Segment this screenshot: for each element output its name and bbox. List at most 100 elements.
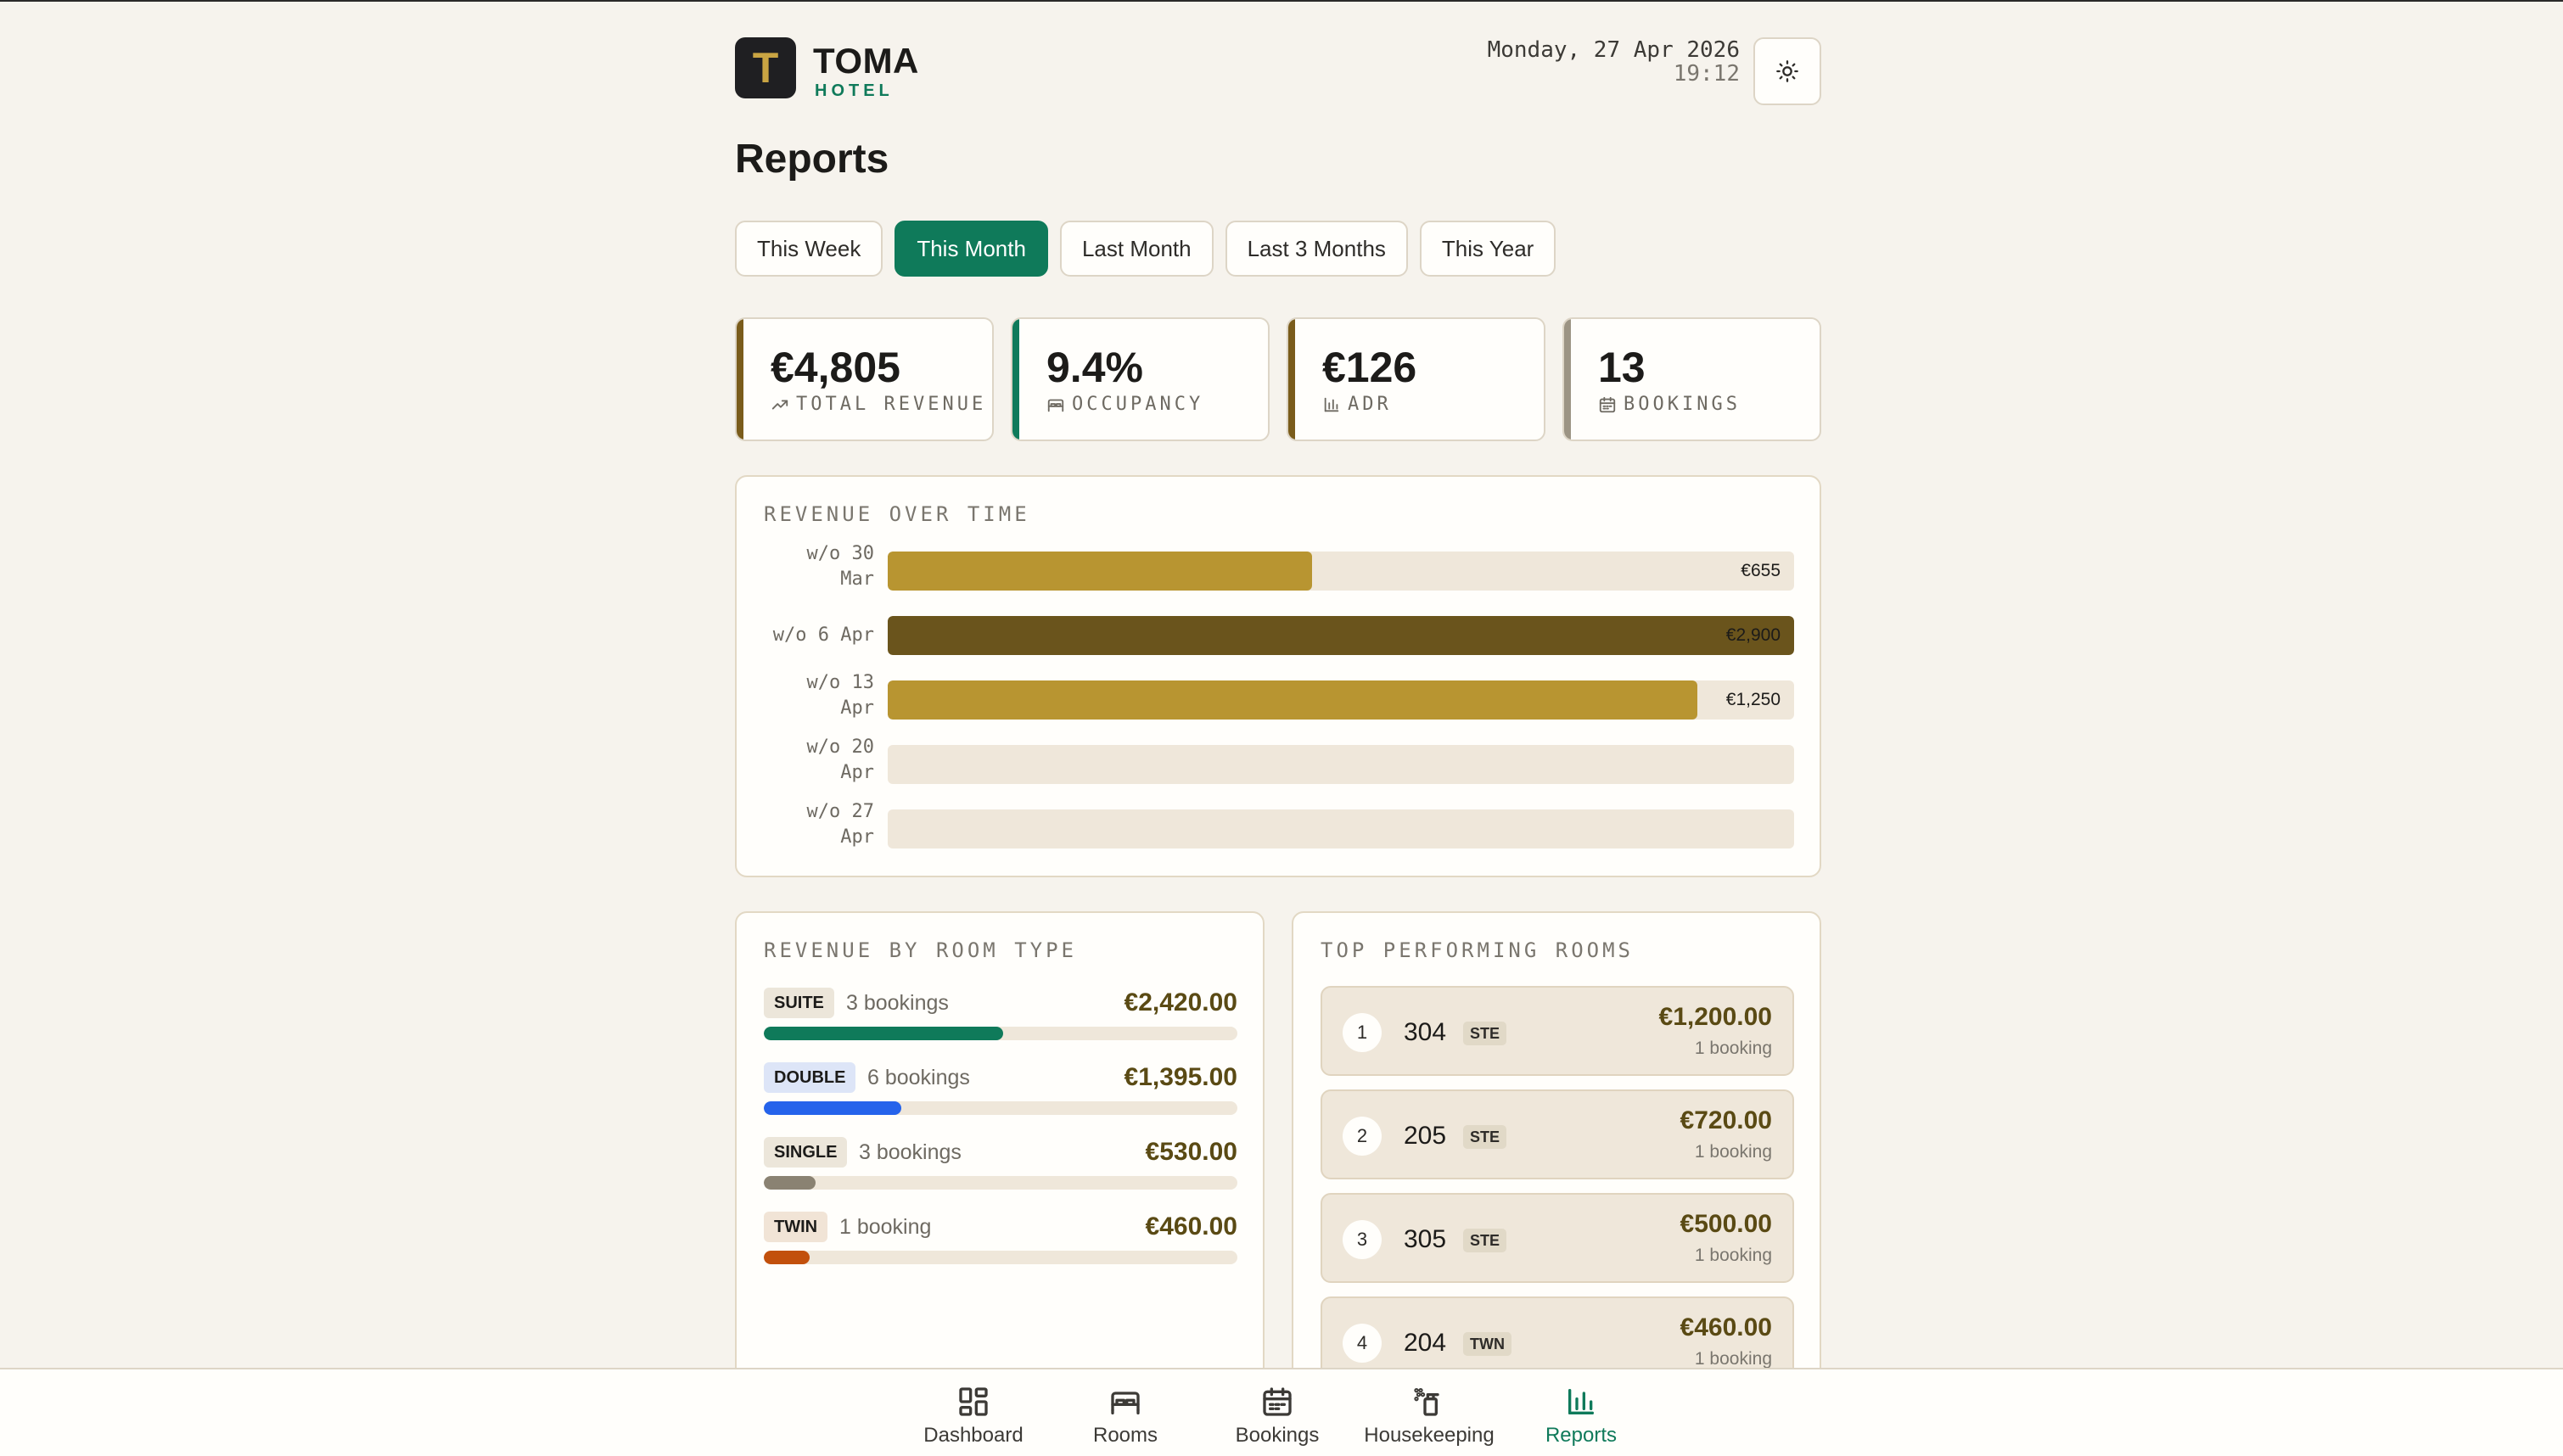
revenue-week-label: w/o 6 Apr — [764, 616, 874, 655]
revenue-week-label-line: w/o 6 Apr — [772, 624, 874, 646]
kpi-card-occupancy: 9.4% OCCUPANCY — [1011, 317, 1270, 441]
bed-icon — [1111, 1392, 1140, 1414]
revenue-week-label: w/o 30 Mar — [764, 541, 874, 592]
kpi-label: TOTAL REVENUE — [771, 394, 986, 415]
revenue-week-label-line: Apr — [840, 762, 874, 783]
room-type-row: SUITE 3 bookings €2,420.00 — [764, 988, 1237, 1047]
bottom-navigation: Dashboard Rooms Bookings Housekeeping Report… — [0, 1368, 2563, 1456]
nav-rooms[interactable]: Rooms — [1049, 1385, 1202, 1453]
room-type-revenue: €460.00 — [1145, 1212, 1237, 1240]
calendar-icon — [1263, 1387, 1292, 1416]
room-rank: 2 — [1343, 1117, 1382, 1156]
top-room-card[interactable]: 3 305 STE €500.00 1 booking — [1321, 1193, 1794, 1283]
room-type-booking-count: 6 bookings — [867, 1066, 970, 1089]
room-type-booking-count: 3 bookings — [846, 991, 949, 1015]
revenue-week-label-line: w/o 27 — [806, 801, 874, 822]
room-type-revenue: €2,420.00 — [1124, 988, 1237, 1016]
room-booking-count: 1 booking — [1694, 1246, 1772, 1265]
revenue-by-room-type-title: REVENUE BY ROOM TYPE — [764, 938, 1077, 962]
revenue-bar-value: €655 — [1741, 561, 1781, 580]
revenue-bar — [888, 552, 1312, 591]
room-type-badge: SUITE — [764, 988, 834, 1018]
kpi-accent — [1564, 319, 1571, 440]
revenue-over-time-title: REVENUE OVER TIME — [764, 502, 1030, 526]
revenue-week-label-line: w/o 30 — [806, 543, 874, 564]
nav-label: Rooms — [1092, 1424, 1158, 1447]
room-type-bar-track — [764, 1101, 1237, 1115]
room-type-bar — [764, 1251, 810, 1264]
room-number: 304 — [1404, 1018, 1447, 1046]
revenue-week-label-line: Apr — [840, 826, 874, 848]
room-revenue: €460.00 — [1680, 1313, 1772, 1341]
revenue-week-row: w/o 13 Apr €1,250 — [764, 672, 1794, 720]
trending-up-icon — [771, 400, 788, 409]
nav-label: Dashboard — [923, 1424, 1024, 1447]
kpi-value: 9.4% — [1046, 344, 1143, 391]
app-header: T TOMA HOTEL Monday, 27 Apr 2026 19:12 — [735, 37, 1821, 105]
nav-label: Reports — [1545, 1424, 1618, 1447]
room-type-tag: STE — [1463, 1022, 1507, 1045]
nav-reports[interactable]: Reports — [1505, 1385, 1657, 1453]
room-type-tag: TWN — [1463, 1332, 1511, 1356]
revenue-over-time-panel: REVENUE OVER TIME w/o 30 Mar €655 w/o 6 Apr… — [735, 475, 1821, 877]
revenue-bar — [888, 616, 1794, 655]
room-type-booking-count: 3 bookings — [859, 1140, 962, 1164]
room-type-badge: TWIN — [764, 1212, 828, 1242]
brand-logo: T — [735, 37, 796, 98]
kpi-accent — [1012, 319, 1019, 440]
revenue-week-row: w/o 6 Apr €2,900 — [764, 616, 1794, 655]
kpi-value: €4,805 — [771, 344, 900, 391]
room-booking-count: 1 booking — [1694, 1039, 1772, 1058]
revenue-week-row: w/o 27 Apr — [764, 801, 1794, 848]
kpi-card-bookings: 13 BOOKINGS — [1562, 317, 1821, 441]
nav-label: Bookings — [1235, 1424, 1320, 1447]
revenue-bar-value: €1,250 — [1725, 690, 1781, 709]
theme-toggle-button[interactable] — [1753, 37, 1821, 105]
room-type-badge: SINGLE — [764, 1137, 848, 1168]
revenue-week-row: w/o 20 Apr — [764, 736, 1794, 784]
room-booking-count: 1 booking — [1694, 1142, 1772, 1162]
room-type-bar — [764, 1176, 816, 1190]
revenue-week-label: w/o 27 Apr — [764, 799, 874, 850]
top-room-card[interactable]: 1 304 STE €1,200.00 1 booking — [1321, 986, 1794, 1076]
revenue-bar-track: €2,900 — [888, 616, 1794, 655]
window-top-border — [0, 0, 2563, 2]
revenue-bar-value: €2,900 — [1725, 625, 1781, 645]
top-room-card[interactable]: 2 205 STE €720.00 1 booking — [1321, 1089, 1794, 1179]
room-type-bar-track — [764, 1176, 1237, 1190]
current-time: 19:12 — [1673, 61, 1740, 87]
room-type-row: DOUBLE 6 bookings €1,395.00 — [764, 1062, 1237, 1122]
bar-chart-icon — [1324, 397, 1339, 412]
room-type-revenue: €1,395.00 — [1124, 1063, 1237, 1091]
room-type-revenue: €530.00 — [1145, 1138, 1237, 1166]
kpi-card-total-revenue: €4,805 TOTAL REVENUE — [735, 317, 994, 441]
kpi-label-text: ADR — [1348, 394, 1392, 415]
brand-subtitle: HOTEL — [815, 81, 894, 100]
tab-last-3-months[interactable]: Last 3 Months — [1225, 221, 1408, 277]
room-number: 305 — [1404, 1225, 1447, 1253]
nav-dashboard[interactable]: Dashboard — [897, 1385, 1050, 1453]
tab-last-month[interactable]: Last Month — [1059, 221, 1214, 277]
revenue-week-label: w/o 20 Apr — [764, 735, 874, 786]
brand-initial: T — [752, 44, 779, 92]
revenue-week-row: w/o 30 Mar €655 — [764, 543, 1794, 591]
nav-housekeeping[interactable]: Housekeeping — [1353, 1385, 1506, 1453]
revenue-week-label-line: Apr — [840, 697, 874, 719]
room-number: 205 — [1404, 1122, 1447, 1150]
kpi-value: 13 — [1598, 344, 1646, 391]
kpi-cards: €4,805 TOTAL REVENUE 9.4% OCCUPANCY €126 ADR 1… — [735, 317, 1821, 441]
tab-this-year[interactable]: This Year — [1419, 221, 1556, 277]
tab-this-week[interactable]: This Week — [735, 221, 883, 277]
room-rank: 3 — [1343, 1220, 1382, 1259]
kpi-accent — [737, 319, 743, 440]
nav-label: Housekeeping — [1364, 1424, 1495, 1447]
spray-bottle-icon — [1414, 1388, 1439, 1416]
kpi-label: BOOKINGS — [1598, 394, 1741, 415]
nav-bookings[interactable]: Bookings — [1201, 1385, 1354, 1453]
room-type-bar-track — [764, 1251, 1237, 1264]
tab-this-month[interactable]: This Month — [895, 221, 1048, 277]
sun-icon — [1776, 60, 1798, 82]
revenue-week-label-line: w/o 13 — [806, 672, 874, 693]
bar-chart-icon — [1568, 1389, 1594, 1414]
kpi-label: OCCUPANCY — [1046, 394, 1203, 415]
